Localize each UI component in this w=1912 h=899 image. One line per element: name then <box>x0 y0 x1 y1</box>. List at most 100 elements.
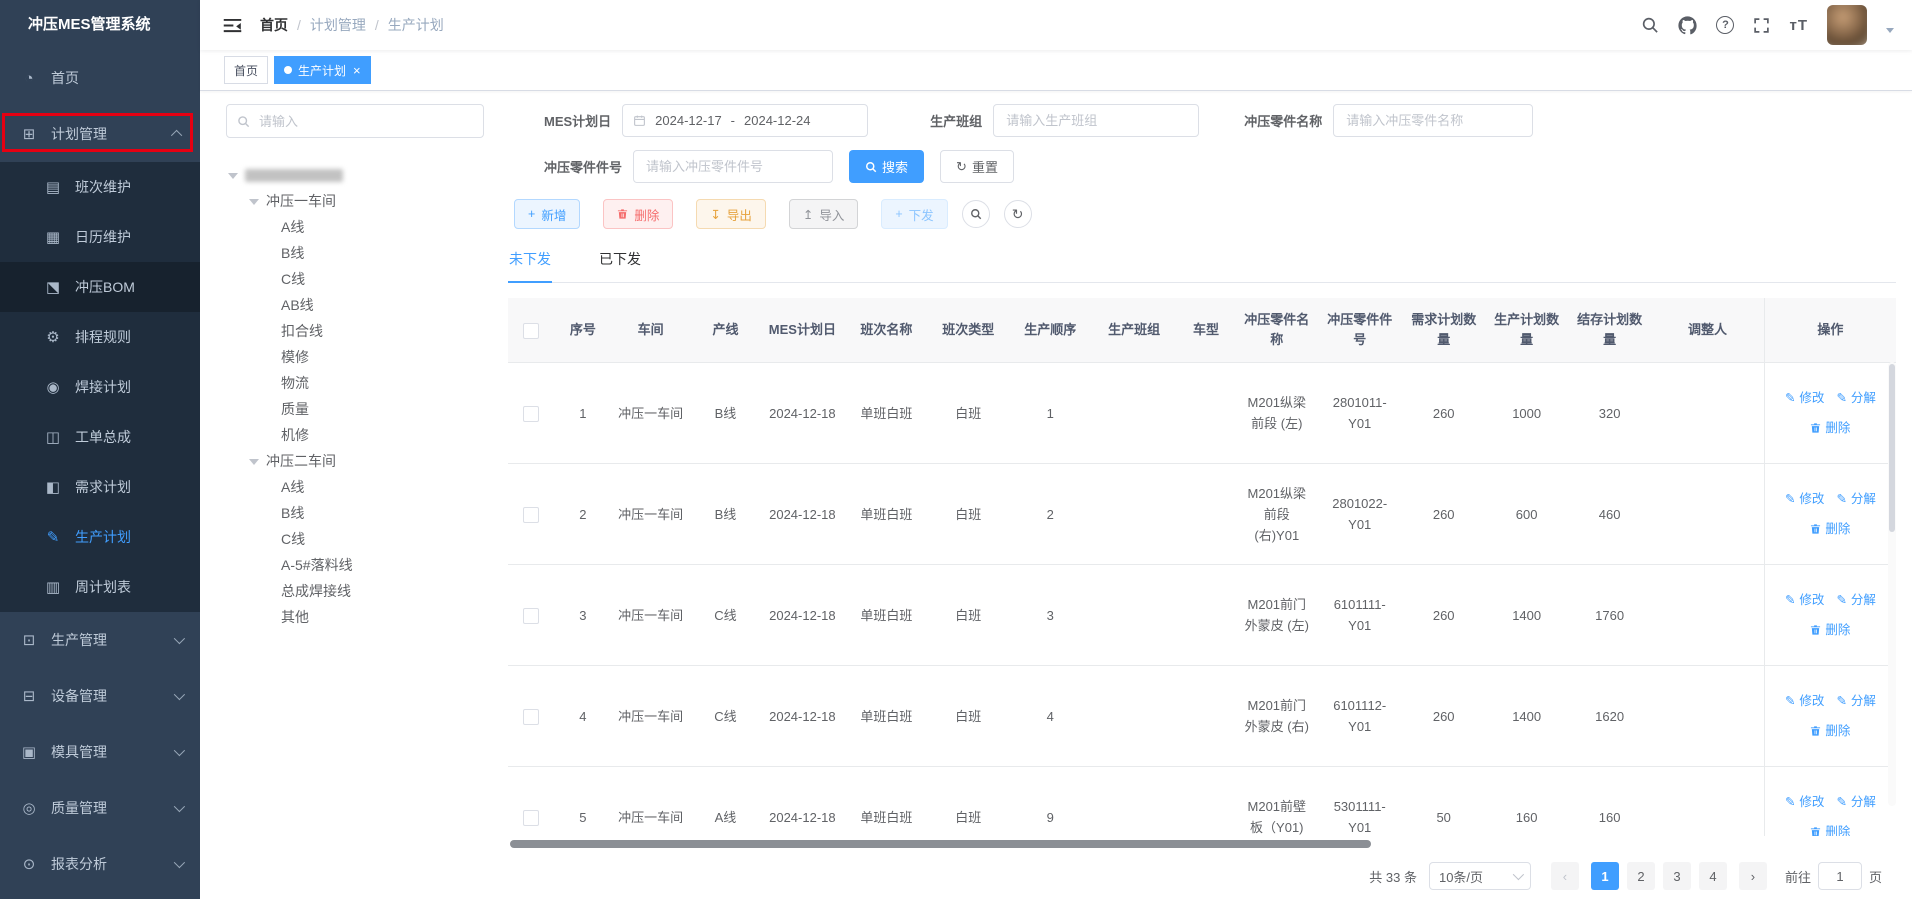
sidebar-item-report-analysis[interactable]: ⊙报表分析 <box>0 836 200 892</box>
tree-search-input[interactable] <box>257 113 473 130</box>
team-input[interactable] <box>993 104 1199 137</box>
sidebar-item-quality-management[interactable]: ◎质量管理 <box>0 780 200 836</box>
font-size-icon[interactable]: тT <box>1789 17 1808 34</box>
dispatch-button[interactable]: +下发 <box>881 199 947 229</box>
row-checkbox[interactable] <box>523 810 539 826</box>
page-button-4[interactable]: 4 <box>1699 862 1727 890</box>
sidebar-item-production-management[interactable]: ⊡生产管理 <box>0 612 200 668</box>
tree-node[interactable]: 机修 <box>226 422 484 448</box>
tree-node[interactable]: B线 <box>226 240 484 266</box>
sidebar-item-plan-management[interactable]: ⊞计划管理 <box>0 106 200 162</box>
sidebar-item-shift-maintenance[interactable]: ▤班次维护 <box>0 162 200 212</box>
action-删除[interactable]: 删除 <box>1810 721 1850 742</box>
page-button-3[interactable]: 3 <box>1663 862 1691 890</box>
table-vertical-scrollbar[interactable] <box>1888 362 1896 806</box>
action-分解[interactable]: ✎分解 <box>1836 388 1876 409</box>
row-checkbox[interactable] <box>523 608 539 624</box>
help-icon[interactable]: ? <box>1716 16 1734 34</box>
sidebar-item-equipment-management[interactable]: ⊟设备管理 <box>0 668 200 724</box>
tree-node[interactable]: 冲压一车间 <box>226 188 484 214</box>
tree-node[interactable]: A线 <box>226 214 484 240</box>
next-page-button[interactable]: › <box>1739 862 1767 890</box>
sidebar-item-production-plan[interactable]: ✎生产计划 <box>0 512 200 562</box>
row-checkbox[interactable] <box>523 507 539 523</box>
action-分解[interactable]: ✎分解 <box>1836 489 1876 510</box>
tree-node[interactable]: AB线 <box>226 292 484 318</box>
close-icon[interactable]: × <box>353 64 361 77</box>
breadcrumb-item[interactable]: 首页 <box>260 15 288 35</box>
tree-node[interactable]: B线 <box>226 500 484 526</box>
tree-node[interactable]: 模修 <box>226 344 484 370</box>
sidebar-item-calendar-maintenance[interactable]: ▦日历维护 <box>0 212 200 262</box>
action-分解[interactable]: ✎分解 <box>1836 590 1876 611</box>
fullscreen-icon[interactable] <box>1753 17 1770 34</box>
breadcrumb-item[interactable]: 计划管理 <box>310 15 366 35</box>
page-button-1[interactable]: 1 <box>1591 862 1619 890</box>
tree-node[interactable]: 物流 <box>226 370 484 396</box>
action-删除[interactable]: 删除 <box>1810 822 1850 837</box>
delete-button[interactable]: 删除 <box>603 199 673 229</box>
tree-node[interactable]: A线 <box>226 474 484 500</box>
row-checkbox[interactable] <box>523 406 539 422</box>
sidebar-item-work-order-assembly[interactable]: ◫工单总成 <box>0 412 200 462</box>
tree-node[interactable]: 总成焊接线 <box>226 578 484 604</box>
reset-button[interactable]: ↻ 重置 <box>940 150 1014 183</box>
sidebar-item-stamping-bom[interactable]: ⬔冲压BOM <box>0 262 200 312</box>
vertical-scroll-thumb[interactable] <box>1889 364 1895 532</box>
action-分解[interactable]: ✎分解 <box>1836 792 1876 813</box>
tree-expand-caret-icon[interactable] <box>228 173 238 184</box>
action-分解[interactable]: ✎分解 <box>1836 691 1876 712</box>
action-删除[interactable]: 删除 <box>1810 620 1850 641</box>
sidebar-item-scheduling-rules[interactable]: ⚙排程规则 <box>0 312 200 362</box>
tree-node[interactable]: 质量 <box>226 396 484 422</box>
tree-node[interactable]: A-5#落料线 <box>226 552 484 578</box>
tree-node[interactable]: C线 <box>226 526 484 552</box>
avatar[interactable] <box>1827 5 1867 45</box>
tab-已下发[interactable]: 已下发 <box>598 244 642 282</box>
user-dropdown-caret-icon[interactable] <box>1886 28 1894 37</box>
sidebar-item-demand-plan[interactable]: ◧需求计划 <box>0 462 200 512</box>
prev-page-button[interactable]: ‹ <box>1551 862 1579 890</box>
action-修改[interactable]: ✎修改 <box>1785 388 1825 409</box>
action-修改[interactable]: ✎修改 <box>1785 792 1825 813</box>
part-name-input[interactable] <box>1333 104 1533 137</box>
search-icon[interactable] <box>1641 16 1659 34</box>
sidebar-item-home[interactable]: ◔首页 <box>0 50 200 106</box>
github-icon[interactable] <box>1678 16 1697 35</box>
column-search-button[interactable] <box>962 200 990 228</box>
select-all-checkbox[interactable] <box>523 323 539 339</box>
page-size-select[interactable]: 10条/页 <box>1429 862 1531 890</box>
export-button[interactable]: ↧导出 <box>696 199 766 229</box>
part-no-input[interactable] <box>633 150 833 183</box>
tag-生产计划[interactable]: 生产计划× <box>274 56 371 84</box>
add-button[interactable]: +新增 <box>514 199 580 229</box>
mes-date-range-picker[interactable]: 2024-12-17 - 2024-12-24 <box>622 104 868 137</box>
tree-node[interactable]: 冲压二车间 <box>226 448 484 474</box>
goto-page-input[interactable] <box>1818 862 1862 890</box>
tree-expand-caret-icon[interactable] <box>249 199 259 210</box>
tree-node[interactable]: C线 <box>226 266 484 292</box>
import-button[interactable]: ↥导入 <box>789 199 859 229</box>
tab-未下发[interactable]: 未下发 <box>508 244 552 282</box>
cell: C线 <box>690 666 761 767</box>
sidebar-collapse-button[interactable] <box>222 14 244 36</box>
action-修改[interactable]: ✎修改 <box>1785 691 1825 712</box>
action-删除[interactable]: 删除 <box>1810 519 1850 540</box>
cell: 3 <box>1008 565 1093 666</box>
tree-node[interactable]: 其他 <box>226 604 484 630</box>
sidebar-item-welding-plan[interactable]: ◉焊接计划 <box>0 362 200 412</box>
tag-首页[interactable]: 首页 <box>224 56 268 84</box>
action-修改[interactable]: ✎修改 <box>1785 590 1825 611</box>
action-删除[interactable]: 删除 <box>1810 418 1850 439</box>
page-button-2[interactable]: 2 <box>1627 862 1655 890</box>
sidebar-item-weekly-plan[interactable]: ▥周计划表 <box>0 562 200 612</box>
search-button[interactable]: 搜索 <box>849 150 924 183</box>
refresh-button[interactable]: ↻ <box>1004 200 1032 228</box>
sidebar-item-mold-management[interactable]: ▣模具管理 <box>0 724 200 780</box>
horizontal-scroll-thumb[interactable] <box>510 840 1371 848</box>
tree-node[interactable] <box>226 162 484 188</box>
row-checkbox[interactable] <box>523 709 539 725</box>
tree-expand-caret-icon[interactable] <box>249 459 259 470</box>
tree-node[interactable]: 扣合线 <box>226 318 484 344</box>
action-修改[interactable]: ✎修改 <box>1785 489 1825 510</box>
